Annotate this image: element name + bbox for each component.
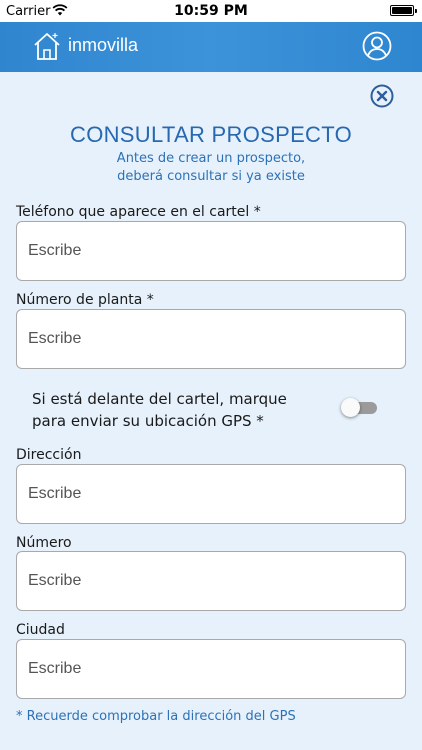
floor-number-input[interactable] (16, 309, 406, 369)
gps-label-line-1: Si está delante del cartel, marque (32, 390, 287, 408)
page-subtitle: Antes de crear un prospecto, deberá cons… (0, 150, 422, 186)
address-input[interactable] (16, 464, 406, 524)
app-header: inmovilla (0, 22, 422, 72)
street-number-label: Número (16, 535, 72, 551)
city-label: Ciudad (16, 622, 65, 638)
subtitle-line-1: Antes de crear un prospecto, (116, 151, 306, 166)
house-icon (34, 33, 60, 60)
floor-number-label: Número de planta * (16, 292, 154, 308)
user-icon[interactable] (362, 31, 392, 61)
subtitle-line-2: deberá consultar si ya existe (117, 169, 305, 184)
street-number-input[interactable] (16, 551, 406, 611)
logo-text: inmovilla (68, 35, 139, 55)
gps-footer-note: * Recuerde comprobar la dirección del GP… (16, 709, 296, 724)
close-icon[interactable] (370, 84, 394, 108)
status-bar: Carrier 10:59 PM (0, 0, 422, 22)
phone-label: Teléfono que aparece en el cartel * (16, 204, 261, 220)
gps-toggle[interactable] (341, 397, 377, 417)
city-input[interactable] (16, 639, 406, 699)
battery-icon (390, 5, 417, 16)
status-time: 10:59 PM (174, 3, 248, 19)
gps-label: Si está delante del cartel, marque para … (32, 388, 332, 432)
gps-toggle-knob (341, 398, 360, 417)
gps-label-line-2: para enviar su ubicación GPS * (32, 412, 264, 430)
page-title: CONSULTAR PROSPECTO (70, 122, 352, 147)
address-label: Dirección (16, 447, 82, 463)
phone-input[interactable] (16, 221, 406, 281)
